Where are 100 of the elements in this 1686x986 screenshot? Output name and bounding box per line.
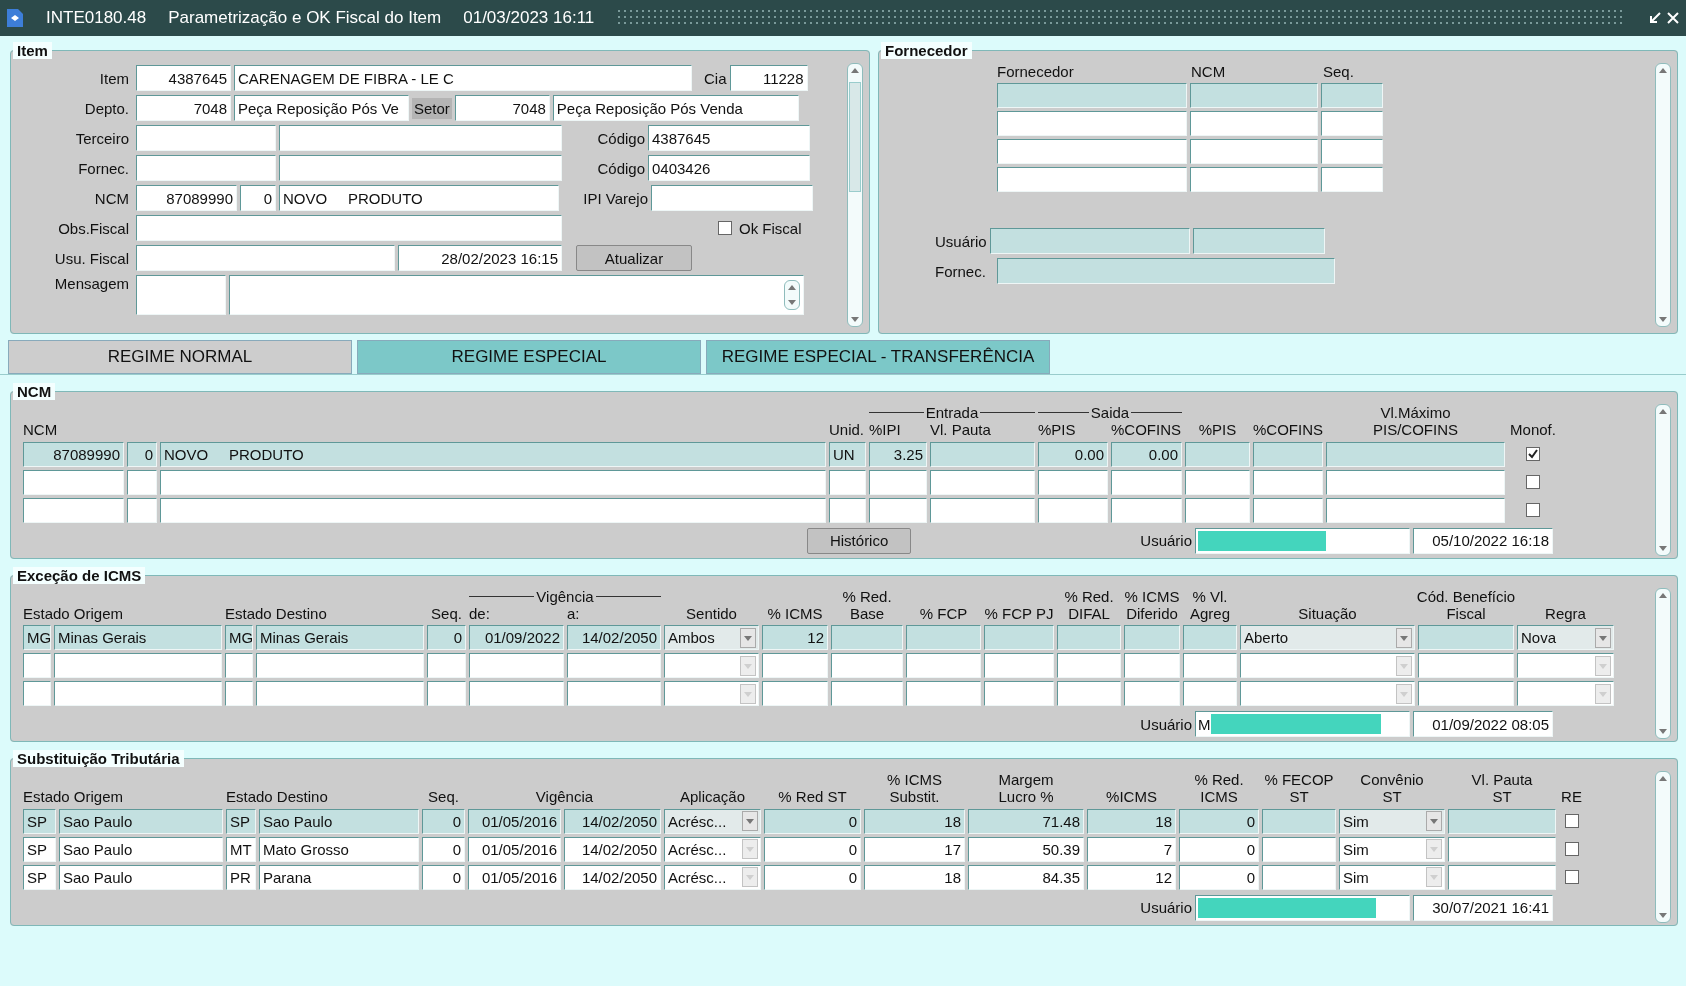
text-field[interactable]: 84.35: [968, 864, 1084, 890]
text-field[interactable]: [651, 185, 813, 211]
text-field[interactable]: Minas Gerais: [54, 625, 222, 650]
text-field[interactable]: [136, 245, 395, 271]
text-field[interactable]: Sao Paulo: [259, 808, 419, 834]
text-field[interactable]: Sao Paulo: [59, 836, 223, 862]
text-field[interactable]: UN: [829, 441, 866, 467]
text-field[interactable]: 0: [427, 625, 466, 650]
text-field[interactable]: 05/10/2022 16:18: [1413, 527, 1553, 554]
text-field[interactable]: [1185, 497, 1250, 523]
text-field[interactable]: 3.25: [869, 441, 927, 467]
dropdown[interactable]: [664, 653, 759, 678]
text-field[interactable]: NOVO PRODUTO: [160, 441, 826, 467]
text-field[interactable]: [906, 625, 981, 650]
text-field[interactable]: [930, 497, 1035, 523]
text-field[interactable]: [1448, 836, 1556, 862]
checkbox[interactable]: [1564, 814, 1579, 828]
text-field[interactable]: [1418, 653, 1514, 678]
text-field[interactable]: [906, 653, 981, 678]
text-field[interactable]: [1190, 139, 1318, 165]
dropdown[interactable]: Aberto: [1240, 625, 1415, 650]
text-field[interactable]: [829, 469, 866, 495]
dropdown[interactable]: Nova: [1517, 625, 1614, 650]
dropdown[interactable]: Sim: [1339, 836, 1445, 862]
dropdown[interactable]: [664, 681, 759, 706]
text-field[interactable]: [279, 155, 562, 181]
text-field[interactable]: [1262, 864, 1336, 890]
text-field[interactable]: [136, 215, 562, 241]
text-field[interactable]: [1418, 625, 1514, 650]
dropdown[interactable]: Acrésc...: [664, 836, 761, 862]
text-field[interactable]: 4387645: [136, 65, 231, 91]
text-field[interactable]: [984, 625, 1054, 650]
text-field[interactable]: [1321, 139, 1383, 165]
dropdown[interactable]: [1240, 681, 1415, 706]
text-field[interactable]: [1253, 497, 1323, 523]
text-field[interactable]: [136, 275, 226, 315]
text-field[interactable]: [23, 469, 124, 495]
text-field[interactable]: [127, 469, 157, 495]
text-field[interactable]: [567, 653, 661, 678]
text-field[interactable]: [1057, 653, 1121, 678]
close-icon[interactable]: [1666, 11, 1680, 25]
dropdown[interactable]: [1517, 653, 1614, 678]
history-button[interactable]: Histórico: [806, 527, 912, 554]
text-field[interactable]: [1190, 83, 1318, 109]
tab[interactable]: REGIME NORMAL: [8, 340, 352, 374]
text-field[interactable]: 01/09/2022: [469, 625, 564, 650]
text-field[interactable]: 0: [764, 836, 861, 862]
text-field[interactable]: 0: [1179, 864, 1259, 890]
update-button[interactable]: Atualizar: [576, 245, 692, 271]
text-field[interactable]: Sao Paulo: [59, 808, 223, 834]
checkbox[interactable]: [1564, 842, 1579, 856]
text-field[interactable]: [1190, 167, 1318, 193]
text-field[interactable]: 50.39: [968, 836, 1084, 862]
text-field[interactable]: [762, 681, 828, 706]
text-field[interactable]: [997, 139, 1187, 165]
text-field[interactable]: [1253, 469, 1323, 495]
text-field[interactable]: 18: [1087, 808, 1176, 834]
text-field[interactable]: 87089990: [136, 185, 237, 211]
text-field[interactable]: 14/02/2050: [564, 836, 661, 862]
text-field[interactable]: [984, 681, 1054, 706]
text-field[interactable]: MG: [23, 625, 51, 650]
text-field[interactable]: [930, 441, 1035, 467]
text-field[interactable]: [160, 497, 826, 523]
text-field[interactable]: 12: [1087, 864, 1176, 890]
text-field[interactable]: [997, 111, 1187, 137]
text-field[interactable]: [1038, 497, 1108, 523]
dropdown[interactable]: Acrésc...: [664, 808, 761, 834]
text-field[interactable]: 01/05/2016: [468, 864, 561, 890]
text-field[interactable]: [1326, 497, 1505, 523]
text-field[interactable]: 0: [1179, 836, 1259, 862]
text-field[interactable]: 17: [864, 836, 965, 862]
dropdown[interactable]: Sim: [1339, 864, 1445, 890]
text-field[interactable]: 01/05/2016: [468, 836, 561, 862]
text-field[interactable]: 0: [764, 864, 861, 890]
text-field[interactable]: 0403426: [648, 155, 810, 181]
text-field[interactable]: 0: [764, 808, 861, 834]
text-field[interactable]: [1185, 469, 1250, 495]
dropdown[interactable]: [1240, 653, 1415, 678]
text-field[interactable]: [831, 681, 903, 706]
text-field[interactable]: [23, 653, 51, 678]
text-field[interactable]: 7048: [454, 95, 550, 121]
checkbox[interactable]: [1526, 503, 1540, 517]
text-field[interactable]: [136, 125, 276, 151]
text-field[interactable]: [567, 681, 661, 706]
text-field[interactable]: Parana: [259, 864, 419, 890]
text-field[interactable]: Mato Grosso: [259, 836, 419, 862]
text-field[interactable]: 11228: [729, 65, 808, 91]
text-field[interactable]: [427, 653, 466, 678]
text-field[interactable]: [256, 653, 424, 678]
text-field[interactable]: Peça Reposição Pós Ve: [234, 95, 409, 121]
text-field[interactable]: 0: [1179, 808, 1259, 834]
text-field[interactable]: 0: [422, 836, 465, 862]
text-field[interactable]: [869, 497, 927, 523]
dropdown[interactable]: [1517, 681, 1614, 706]
text-field[interactable]: [1253, 441, 1323, 467]
text-field[interactable]: [984, 653, 1054, 678]
text-field[interactable]: [1057, 681, 1121, 706]
text-field[interactable]: [1190, 111, 1318, 137]
text-field[interactable]: 14/02/2050: [564, 808, 661, 834]
text-field[interactable]: [1262, 836, 1336, 862]
